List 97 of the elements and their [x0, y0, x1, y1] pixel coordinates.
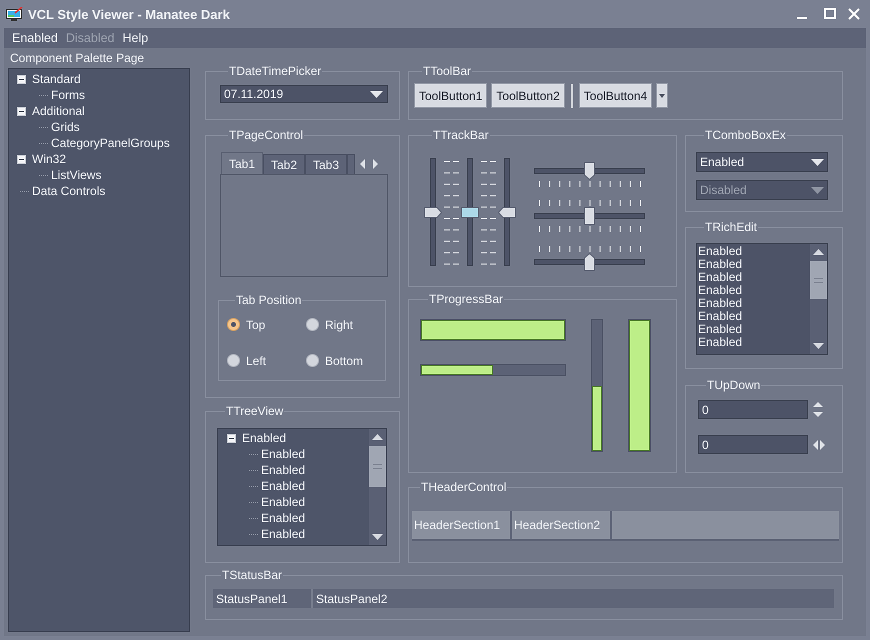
tree-line [39, 142, 48, 144]
slider-thumb[interactable] [584, 162, 595, 180]
radio-button[interactable] [227, 354, 240, 367]
text-line: Enabled [698, 297, 744, 310]
group-title: TStatusBar [221, 568, 284, 582]
radio-label: Top [246, 318, 266, 332]
tree-item[interactable]: Enabled [261, 447, 306, 461]
slider-track[interactable] [534, 252, 645, 270]
group-title: THeaderControl [420, 480, 508, 494]
radio-label: Left [246, 354, 266, 368]
menu-item[interactable]: Enabled [8, 31, 62, 45]
slider-track[interactable] [534, 207, 645, 225]
panel-label: Component Palette Page [10, 50, 146, 67]
scrollbar-thumb[interactable] [810, 261, 827, 299]
tree-item[interactable]: CategoryPanelGroups [51, 136, 170, 150]
status-text: StatusPanel1 [213, 589, 313, 608]
grip-icon [373, 464, 382, 469]
group-title: TTreeView [225, 404, 284, 418]
text-line: Enabled [698, 336, 744, 349]
number-field[interactable]: 0 [698, 435, 808, 454]
text-line: Enabled [698, 258, 744, 271]
slider-thumb[interactable] [424, 206, 442, 218]
collapse-icon[interactable] [17, 74, 26, 84]
slider-thumb[interactable] [461, 206, 479, 218]
tree-item[interactable]: Enabled [261, 479, 306, 493]
dropdown-button[interactable] [656, 83, 668, 108]
slider-thumb[interactable] [584, 207, 595, 225]
maximize-icon[interactable] [824, 8, 836, 20]
tab[interactable]: Tab1 [221, 152, 263, 174]
date-field[interactable]: 07.11.2019 [220, 85, 388, 103]
tree-item[interactable]: Standard [32, 72, 81, 86]
grip-icon [814, 278, 823, 282]
text-line: Enabled [698, 310, 744, 323]
dropdown-arrow-icon[interactable] [811, 158, 824, 166]
text-line: Enabled [698, 245, 744, 258]
tree-item[interactable]: Enabled [261, 495, 306, 509]
tab[interactable]: Tab2 [263, 154, 305, 174]
rich-edit-field[interactable]: Enabled Enabled Enabled Enabled Enabled Enabled Enabled Enabled [696, 243, 828, 355]
scrollbar[interactable] [810, 244, 827, 354]
slider-track[interactable] [534, 162, 645, 180]
tree-item[interactable]: Data Controls [32, 184, 106, 198]
group-title: TRichEdit [704, 220, 758, 234]
group-title: TComboBoxEx [704, 128, 787, 142]
group-title: Tab Position [235, 293, 302, 307]
slider-track[interactable] [498, 158, 516, 266]
dropdown-arrow-icon[interactable] [370, 90, 383, 98]
tree-item[interactable]: Enabled [242, 431, 286, 445]
radio-button[interactable] [306, 354, 319, 367]
window-title: VCL Style Viewer - Manatee Dark [28, 6, 230, 22]
scrollbar[interactable] [369, 429, 386, 545]
close-icon[interactable] [848, 8, 860, 20]
up-down-arrows-icon[interactable] [812, 400, 824, 419]
slider-track[interactable] [424, 158, 442, 266]
tree-item[interactable]: Additional [32, 104, 85, 118]
collapse-icon[interactable] [17, 106, 26, 116]
left-right-arrows-icon[interactable] [812, 438, 826, 450]
radio-button[interactable] [227, 318, 240, 331]
group-title: TPageControl [228, 128, 304, 142]
tree-line [20, 190, 29, 192]
tree-item[interactable]: ListViews [51, 168, 102, 182]
tree-item[interactable]: Enabled [261, 511, 306, 525]
scrollbar-thumb[interactable] [369, 446, 386, 487]
tool-button[interactable]: ToolButton1 [414, 83, 488, 108]
tool-button[interactable]: ToolButton4 [578, 83, 652, 108]
tree-line [39, 94, 48, 96]
tree-item[interactable]: Enabled [261, 463, 306, 477]
collapse-icon[interactable] [227, 434, 236, 442]
status-text: StatusPanel2 [315, 590, 388, 608]
slider-track[interactable] [461, 158, 479, 266]
radio-label: Bottom [325, 354, 364, 368]
slider-thumb[interactable] [498, 206, 516, 218]
tool-button[interactable]: ToolButton2 [491, 83, 565, 108]
group-title: TToolBar [422, 64, 472, 78]
tree-item[interactable]: Forms [51, 88, 85, 102]
text-line: Enabled [698, 271, 744, 284]
monitor-icon [6, 6, 23, 22]
radio-button[interactable] [306, 318, 319, 331]
menu-item[interactable]: Help [118, 31, 152, 45]
group-title: TUpDown [706, 378, 762, 392]
tree-line [39, 174, 48, 176]
toolbar-separator [570, 84, 573, 108]
group-title: TDateTimePicker [228, 64, 322, 78]
tree-item[interactable]: Enabled [261, 527, 306, 541]
group-title: TTrackBar [432, 128, 490, 142]
collapse-icon[interactable] [17, 154, 26, 164]
group-title: TProgressBar [428, 292, 504, 306]
number-field[interactable]: 0 [698, 400, 808, 419]
combo-box[interactable]: Enabled [696, 152, 828, 172]
tree-line [39, 126, 48, 128]
tree-item[interactable]: Grids [51, 120, 80, 134]
text-line: Enabled [698, 323, 744, 336]
text-line: Enabled [698, 284, 744, 297]
caret-icon [659, 94, 666, 98]
radio-label: Right [325, 318, 354, 332]
tree-item[interactable]: Win32 [32, 152, 66, 166]
slider-thumb[interactable] [584, 252, 595, 270]
tab[interactable]: Tab3 [305, 154, 347, 174]
